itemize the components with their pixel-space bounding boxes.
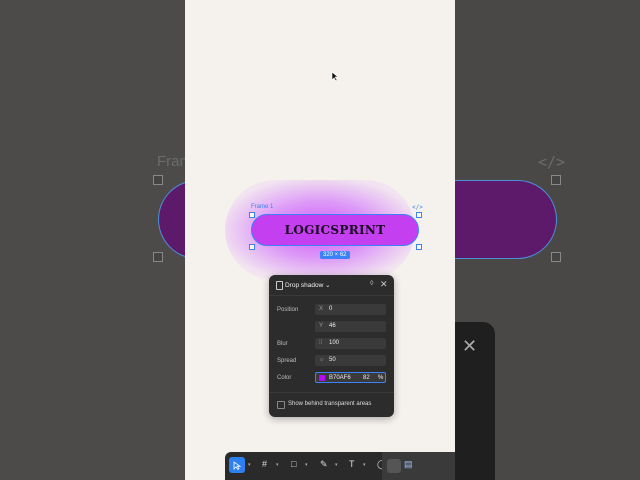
y-prefix: Y — [319, 323, 324, 329]
chevron-down-icon[interactable]: ▾ — [335, 462, 338, 468]
move-tool-icon — [233, 461, 242, 470]
frame-code-icon[interactable]: </> — [412, 204, 423, 211]
bg-handle-br — [551, 252, 561, 262]
frame-tool-icon[interactable]: # — [262, 459, 267, 469]
text-tool-icon[interactable]: T — [349, 459, 355, 469]
effect-type-label: Drop shadow — [285, 282, 324, 289]
drop-icon[interactable]: ◊ — [370, 280, 373, 287]
dev-mode-toggle[interactable] — [387, 459, 401, 473]
layout-icon[interactable]: ▤ — [404, 459, 413, 470]
effect-type-icon — [276, 281, 283, 290]
toolbar-right-section: ▤ — [382, 452, 455, 480]
position-label: Position — [277, 307, 299, 313]
bg-left-area — [0, 0, 185, 480]
blur-label: Blur — [277, 341, 288, 347]
show-behind-checkbox[interactable] — [277, 401, 285, 409]
frame-label[interactable]: Frame 1 — [251, 204, 273, 210]
effect-type-dropdown[interactable]: Drop shadow ⌄ — [285, 281, 331, 289]
chevron-down-icon[interactable]: ▾ — [248, 462, 251, 468]
y-value: 46 — [329, 323, 336, 329]
resize-handle-br[interactable] — [416, 244, 422, 250]
show-behind-label: Show behind transparent areas — [288, 401, 372, 407]
color-hex: B70AF6 — [329, 375, 351, 381]
panel-divider — [269, 392, 394, 393]
bg-handle-bl — [153, 252, 163, 262]
spread-value: 50 — [329, 357, 336, 363]
pen-tool-icon[interactable]: ✎ — [320, 459, 328, 470]
mouse-cursor-icon — [331, 71, 339, 82]
color-field[interactable]: B70AF6 82 % — [315, 372, 386, 383]
size-badge: 320 × 62 — [320, 251, 350, 259]
resize-handle-tl[interactable] — [249, 212, 255, 218]
x-prefix: X — [319, 306, 324, 312]
close-icon[interactable]: ✕ — [380, 279, 388, 290]
bg-handle-tl — [153, 175, 163, 185]
color-swatch[interactable] — [319, 375, 325, 381]
chevron-down-icon[interactable]: ▾ — [363, 462, 366, 468]
resize-handle-bl[interactable] — [249, 244, 255, 250]
chevron-down-icon[interactable]: ▾ — [305, 462, 308, 468]
x-field[interactable]: X 0 — [315, 304, 386, 315]
spread-field[interactable]: ☼ 50 — [315, 355, 386, 366]
drop-shadow-panel: Drop shadow ⌄ ◊ ✕ Position X 0 Y 46 Blur… — [269, 275, 394, 417]
panel-header: Drop shadow ⌄ ◊ ✕ — [269, 275, 394, 296]
chevron-down-icon[interactable]: ▾ — [276, 462, 279, 468]
logicsprint-frame[interactable]: LOGICSPRINT — [251, 214, 419, 246]
spread-label: Spread — [277, 358, 297, 364]
bg-close-icon: ✕ — [462, 336, 478, 356]
color-label: Color — [277, 375, 292, 381]
shape-tool-icon[interactable]: □ — [291, 459, 296, 469]
design-canvas[interactable]: Frame 1 </> LOGICSPRINT 320 × 62 Drop sh… — [185, 0, 455, 480]
bg-handle-tr — [551, 175, 561, 185]
x-value: 0 — [329, 306, 333, 312]
blur-field[interactable]: ⁞⁞ 100 — [315, 338, 386, 349]
bg-code-icon: </> — [538, 153, 566, 171]
y-field[interactable]: Y 46 — [315, 321, 386, 332]
resize-handle-tr[interactable] — [416, 212, 422, 218]
blur-icon: ⁞⁞ — [319, 340, 323, 346]
percent-symbol: % — [378, 375, 384, 381]
color-opacity: 82 — [363, 375, 370, 381]
blur-value: 100 — [329, 340, 340, 346]
frame-button-text: LOGICSPRINT — [284, 223, 386, 237]
spread-icon: ☼ — [319, 357, 325, 363]
